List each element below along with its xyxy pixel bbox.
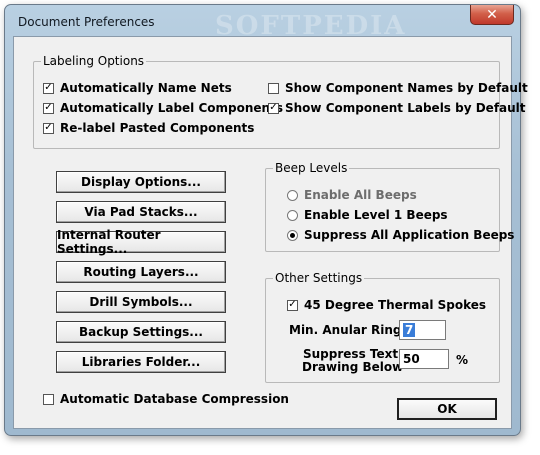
libraries-folder-button[interactable]: Libraries Folder... [56,351,226,373]
ok-button[interactable]: OK [397,398,497,420]
checkbox-box[interactable] [43,82,54,94]
other-settings-group: Other Settings 45 Degree Thermal Spokes … [265,271,500,383]
drill-symbols-button[interactable]: Drill Symbols... [56,291,226,313]
auto-name-nets-checkbox[interactable]: Automatically Name Nets [43,81,232,95]
radio-label: Suppress All Application Beeps [304,228,515,242]
suppress-text-label-line-2: Drawing Below [302,360,404,374]
suppress-text-input[interactable]: 50 [399,349,449,369]
radio-label: Enable Level 1 Beeps [304,208,448,222]
display-options-button[interactable]: Display Options... [56,171,226,193]
radio-label: Enable All Beeps [304,188,417,202]
auto-label-components-checkbox[interactable]: Automatically Label Components [43,101,283,115]
show-component-names-checkbox[interactable]: Show Component Names by Default [268,81,528,95]
thermal-spokes-checkbox[interactable]: 45 Degree Thermal Spokes [287,298,486,312]
checkbox-label: Automatically Label Components [60,101,283,115]
internal-router-settings-button[interactable]: Internal Router Settings... [56,228,226,256]
checkbox-box[interactable] [43,393,54,405]
checkbox-box[interactable] [43,102,54,114]
dialog-client-area: Labeling Options Automatically Name Nets… [13,36,528,429]
labeling-options-group: Labeling Options Automatically Name Nets… [33,54,528,149]
beep-levels-group: Beep Levels Enable All Beeps Enable Leve… [265,161,514,252]
via-pad-stacks-button[interactable]: Via Pad Stacks... [56,201,226,223]
min-anular-ring-label: Min. Anular Ring: [289,323,407,337]
backup-settings-button[interactable]: Backup Settings... [56,321,226,343]
suppress-text-label-line-1: Suppress Text [303,347,399,361]
radio-circle[interactable] [287,209,298,221]
percent-unit-label: % [456,353,469,367]
checkbox-label: Automatically Name Nets [60,81,232,95]
checkbox-label: Automatic Database Compression [60,392,289,406]
beep-levels-legend: Beep Levels [273,161,350,175]
input-value: 50 [403,352,420,366]
document-preferences-window: Document Preferences SOFTPEDIA ✕ Labelin… [4,4,528,436]
checkbox-label: Re-label Pasted Components [60,121,255,135]
title-bar[interactable]: Document Preferences SOFTPEDIA ✕ [5,5,520,41]
checkbox-box[interactable] [287,299,298,311]
radio-circle[interactable] [287,229,298,241]
show-component-labels-checkbox[interactable]: Show Component Labels by Default [268,101,526,115]
checkbox-label: Show Component Names by Default [285,81,528,95]
checkbox-box[interactable] [268,82,279,94]
routing-layers-button[interactable]: Routing Layers... [56,261,226,283]
enable-level-1-beeps-radio[interactable]: Enable Level 1 Beeps [287,208,448,222]
window-title: Document Preferences [18,15,155,29]
relabel-pasted-components-checkbox[interactable]: Re-label Pasted Components [43,121,254,135]
checkbox-label: 45 Degree Thermal Spokes [304,298,487,312]
auto-db-compression-checkbox[interactable]: Automatic Database Compression [43,392,289,406]
input-value: 7 [403,323,416,337]
checkbox-box[interactable] [43,122,54,134]
enable-all-beeps-radio[interactable]: Enable All Beeps [287,188,417,202]
close-icon: ✕ [486,6,498,23]
min-anular-ring-input[interactable]: 7 [399,320,446,340]
checkbox-box[interactable] [268,102,279,114]
radio-circle[interactable] [287,189,298,201]
other-settings-legend: Other Settings [273,271,365,285]
checkbox-label: Show Component Labels by Default [285,101,526,115]
suppress-all-beeps-radio[interactable]: Suppress All Application Beeps [287,228,514,242]
close-button[interactable]: ✕ [470,5,514,25]
labeling-options-legend: Labeling Options [41,54,147,68]
